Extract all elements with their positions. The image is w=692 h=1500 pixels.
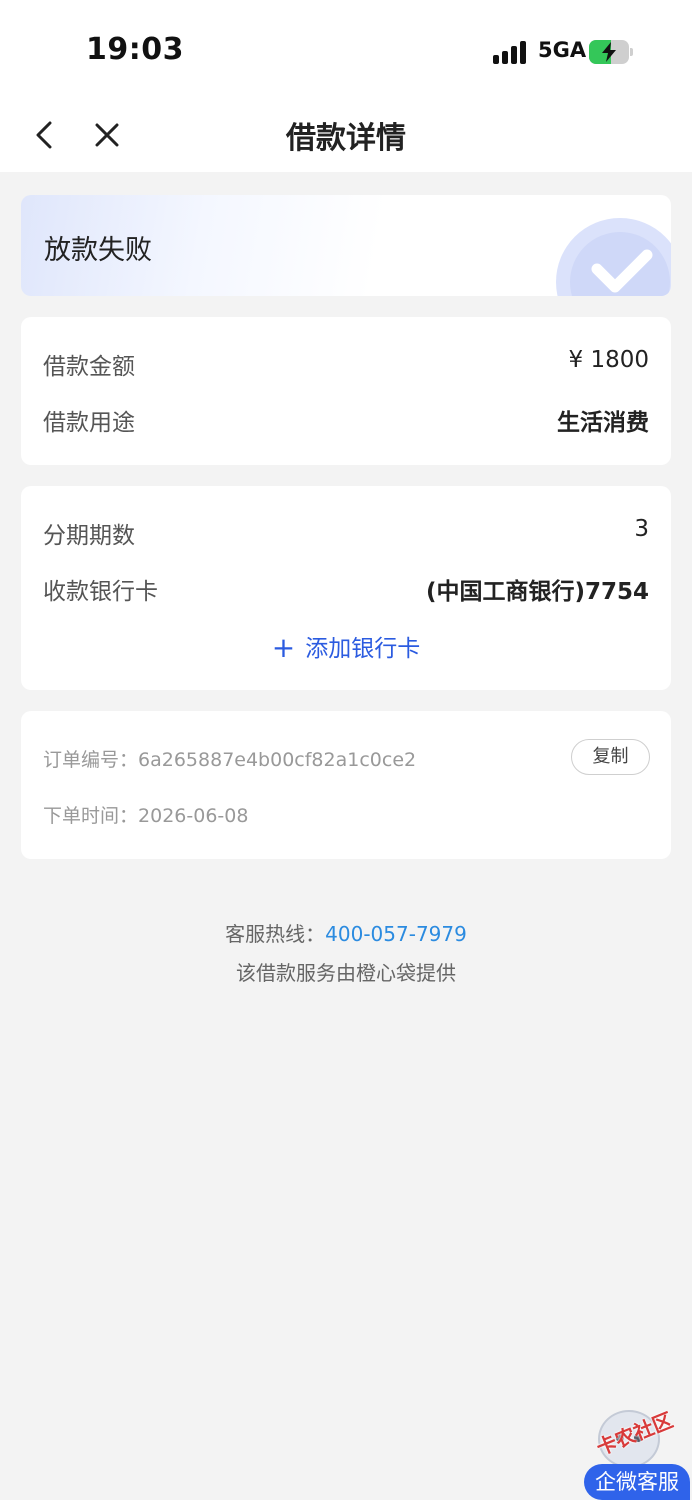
bank-card-row: 收款银行卡 (中国工商银行)7754 [43, 572, 649, 608]
page-title: 借款详情 [286, 121, 406, 156]
provider-text: 该借款服务由橙心袋提供 [236, 961, 456, 985]
footer: 客服热线：400-057-7979 该借款服务由橙心袋提供 [0, 918, 692, 986]
network-type: 5GA [538, 38, 587, 62]
customer-service-button[interactable]: 企微客服 [584, 1464, 690, 1500]
bank-card-label: 收款银行卡 [43, 579, 158, 605]
periods-value: 3 [634, 516, 649, 542]
charging-bolt-icon [602, 42, 616, 62]
hotline-number-link[interactable]: 400-057-7979 [325, 922, 467, 946]
signal-icon [493, 40, 529, 64]
installment-card: 分期期数 3 收款银行卡 (中国工商银行)7754 + 添加银行卡 [21, 486, 671, 690]
loan-status-card: 放款失败 [21, 195, 671, 296]
status-time: 19:03 [86, 32, 184, 67]
hotline-line: 客服热线：400-057-7979 [0, 918, 692, 947]
periods-row: 分期期数 3 [43, 516, 649, 552]
status-bar: 19:03 5GA [0, 0, 692, 100]
add-bank-card-button[interactable]: + 添加银行卡 [21, 629, 671, 664]
order-number-label: 订单编号： [43, 749, 139, 771]
top-area: 19:03 5GA 借款详情 [0, 0, 692, 172]
plus-icon: + [271, 631, 296, 664]
copy-button[interactable]: 复制 [571, 739, 650, 775]
loan-status-title: 放款失败 [44, 235, 152, 266]
order-time-value: 2026-06-08 [138, 805, 249, 827]
order-time-label: 下单时间： [43, 805, 139, 827]
hotline-label: 客服热线： [225, 922, 326, 946]
loan-amount-value: ¥ 1800 [568, 347, 649, 373]
loan-purpose-row: 借款用途 生活消费 [43, 403, 649, 439]
customer-service-widget[interactable]: 卡农社区 企微客服 [582, 1400, 692, 1500]
bank-card-value: (中国工商银行)7754 [425, 579, 649, 605]
order-number-row: 订单编号：6a265887e4b00cf82a1c0ce2 [43, 745, 416, 772]
battery-icon [589, 40, 633, 64]
loan-amount-label: 借款金额 [43, 354, 135, 380]
loan-purpose-value: 生活消费 [557, 410, 649, 436]
add-bank-card-label: 添加银行卡 [305, 636, 421, 662]
check-badge-icon [556, 218, 671, 296]
order-number-value: 6a265887e4b00cf82a1c0ce2 [138, 749, 417, 771]
loan-amount-row: 借款金额 ¥ 1800 [43, 347, 649, 383]
order-info-card: 订单编号：6a265887e4b00cf82a1c0ce2 复制 下单时间：20… [21, 711, 671, 859]
periods-label: 分期期数 [43, 523, 135, 549]
nav-bar: 借款详情 [0, 100, 692, 172]
loan-purpose-label: 借款用途 [43, 410, 135, 436]
order-time-row: 下单时间：2026-06-08 [43, 801, 248, 828]
loan-info-card: 借款金额 ¥ 1800 借款用途 生活消费 [21, 317, 671, 465]
